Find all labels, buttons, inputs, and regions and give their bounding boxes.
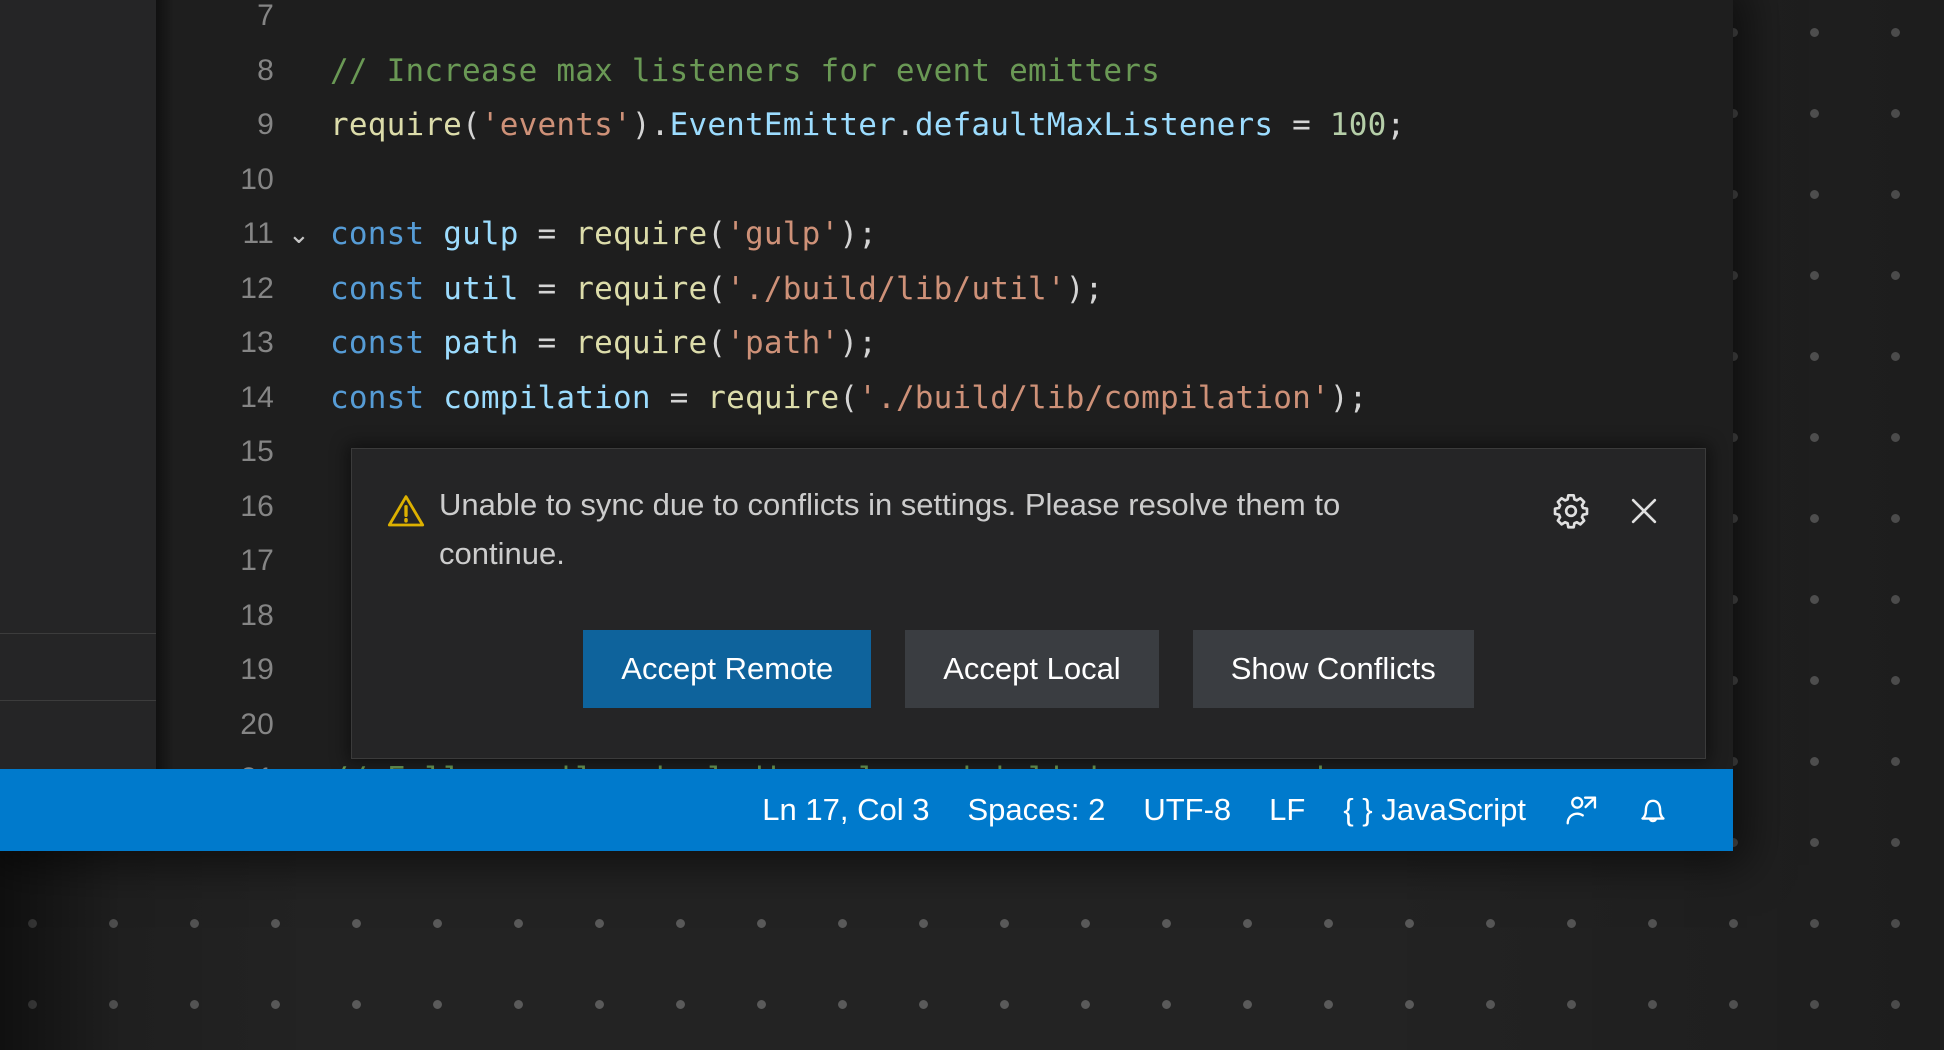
accept-local-button[interactable]: Accept Local: [905, 630, 1159, 708]
sidebar-panel[interactable]: [0, 0, 156, 810]
status-bar: Ln 17, Col 3Spaces: 2UTF-8LF{ } JavaScri…: [0, 769, 1733, 851]
feedback-smiley-icon[interactable]: [1545, 769, 1617, 851]
notification-toast[interactable]: Unable to sync due to conflicts in setti…: [351, 448, 1706, 759]
code-token: );: [839, 216, 877, 252]
status-encoding[interactable]: UTF-8: [1124, 769, 1250, 851]
editor-minimap-gutter[interactable]: [1707, 0, 1733, 810]
code-token: (: [707, 271, 726, 307]
code-token: =: [651, 380, 708, 416]
code-token: require: [575, 216, 707, 252]
line-number: 8: [156, 44, 274, 99]
line-number: 13: [156, 316, 274, 371]
code-token: require: [575, 325, 707, 361]
code-line[interactable]: 9require('events').EventEmitter.defaultM…: [156, 98, 1733, 153]
code-token: gulp: [443, 216, 518, 252]
line-number: 20: [156, 698, 274, 753]
code-token: 100: [1330, 107, 1387, 143]
code-line[interactable]: 10: [156, 153, 1733, 208]
code-token: path: [443, 325, 518, 361]
line-number: 16: [156, 480, 274, 535]
code-token: [424, 216, 443, 252]
code-token: [424, 325, 443, 361]
close-icon[interactable]: [1624, 491, 1664, 531]
vscode-window: 78 // Increase max listeners for event em…: [0, 0, 1733, 851]
code-token: .: [651, 107, 670, 143]
line-number: 7: [156, 0, 274, 44]
code-line-text: require('events').EventEmitter.defaultMa…: [330, 98, 1405, 153]
code-token: .: [896, 107, 915, 143]
code-token: require: [330, 107, 462, 143]
accept-remote-button[interactable]: Accept Remote: [583, 630, 871, 708]
code-token: [424, 380, 443, 416]
code-token: );: [1330, 380, 1368, 416]
line-number: 10: [156, 153, 274, 208]
line-number: 11: [156, 207, 274, 262]
code-token: require: [575, 271, 707, 307]
code-token: [424, 271, 443, 307]
code-token: ): [632, 107, 651, 143]
line-number: 12: [156, 262, 274, 317]
code-token: =: [1273, 107, 1330, 143]
code-token: defaultMaxListeners: [915, 107, 1273, 143]
code-token: =: [519, 325, 576, 361]
code-token: );: [1066, 271, 1104, 307]
code-token: 'path': [726, 325, 839, 361]
code-token: './build/lib/compilation': [858, 380, 1330, 416]
bell-notifications-icon[interactable]: [1617, 769, 1689, 851]
code-line-text: const compilation = require('./build/lib…: [330, 371, 1368, 426]
code-token: util: [443, 271, 518, 307]
code-token: const: [330, 380, 424, 416]
code-token: 'events': [481, 107, 632, 143]
code-token: './build/lib/util': [726, 271, 1066, 307]
code-line[interactable]: 8 // Increase max listeners for event emi…: [156, 44, 1733, 99]
code-token: EventEmitter: [670, 107, 896, 143]
code-token: (: [462, 107, 481, 143]
code-token: ;: [1386, 107, 1405, 143]
code-token: const: [330, 325, 424, 361]
line-number: 9: [156, 98, 274, 153]
code-token: =: [519, 216, 576, 252]
line-number: 14: [156, 371, 274, 426]
line-number: 17: [156, 534, 274, 589]
gear-icon[interactable]: [1551, 491, 1591, 531]
status-items-host: Ln 17, Col 3Spaces: 2UTF-8LF{ } JavaScri…: [743, 769, 1545, 851]
notification-body: Unable to sync due to conflicts in setti…: [352, 449, 1705, 599]
notification-buttons: Accept Remote Accept Local Show Conflicts: [352, 621, 1705, 716]
code-token: (: [707, 325, 726, 361]
status-indentation[interactable]: Spaces: 2: [948, 769, 1124, 851]
code-token: (: [707, 216, 726, 252]
code-line-text: const gulp = require('gulp');: [330, 207, 877, 262]
code-token: const: [330, 216, 424, 252]
code-line[interactable]: 13 const path = require('path');: [156, 316, 1733, 371]
notification-message: Unable to sync due to conflicts in setti…: [439, 480, 1439, 578]
line-number: 19: [156, 643, 274, 698]
chevron-down-icon[interactable]: ⌄: [284, 207, 314, 262]
status-eol[interactable]: LF: [1250, 769, 1324, 851]
code-line-text: const path = require('path');: [330, 316, 877, 371]
code-line[interactable]: 14 const compilation = require('./build/l…: [156, 371, 1733, 426]
code-token: );: [839, 325, 877, 361]
sidebar-divider: [0, 633, 156, 634]
code-token: (: [839, 380, 858, 416]
sidebar-divider: [0, 700, 156, 701]
code-line-text: const util = require('./build/lib/util')…: [330, 262, 1103, 317]
code-token: 'gulp': [726, 216, 839, 252]
code-line[interactable]: 7: [156, 0, 1733, 44]
code-line-text: // Increase max listeners for event emit…: [330, 44, 1160, 99]
code-token: // Increase max listeners for event emit…: [330, 53, 1160, 89]
code-line[interactable]: 12 const util = require('./build/lib/util…: [156, 262, 1733, 317]
code-line[interactable]: 11⌄ const gulp = require('gulp');: [156, 207, 1733, 262]
code-token: require: [707, 380, 839, 416]
status-bar-right-group: Ln 17, Col 3Spaces: 2UTF-8LF{ } JavaScri…: [743, 769, 1733, 851]
status-language-mode[interactable]: { } JavaScript: [1324, 769, 1545, 851]
warning-triangle-icon: [386, 491, 426, 531]
code-token: const: [330, 271, 424, 307]
status-cursor-position[interactable]: Ln 17, Col 3: [743, 769, 948, 851]
line-number: 18: [156, 589, 274, 644]
code-token: compilation: [443, 380, 651, 416]
show-conflicts-button[interactable]: Show Conflicts: [1193, 630, 1474, 708]
line-number: 15: [156, 425, 274, 480]
code-token: =: [519, 271, 576, 307]
